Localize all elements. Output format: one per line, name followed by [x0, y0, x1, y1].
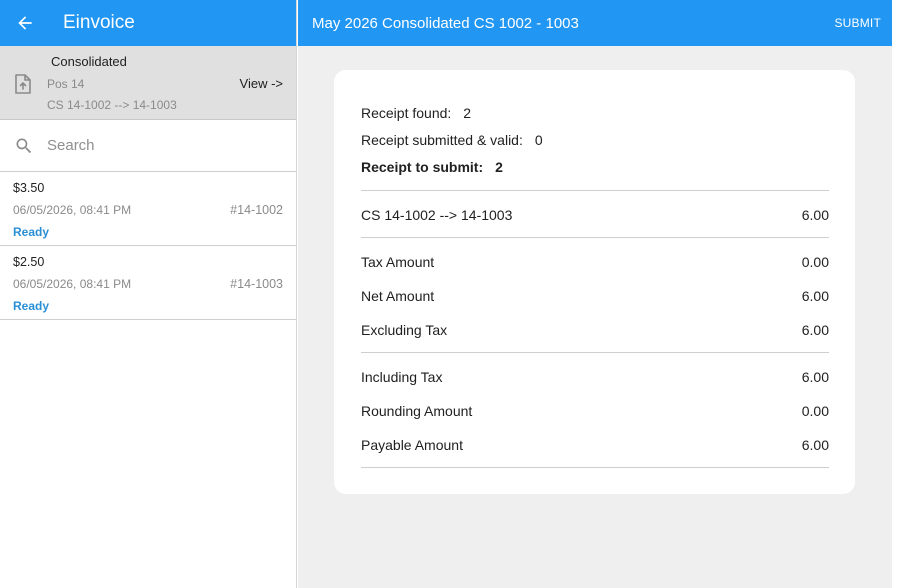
invoice-number: #14-1002: [230, 203, 283, 217]
including-tax-value: 6.00: [801, 369, 829, 385]
invoice-item[interactable]: $3.50 06/05/2026, 08:41 PM #14-1002 Read…: [0, 172, 296, 246]
search-icon: [16, 138, 32, 153]
invoice-datetime: 06/05/2026, 08:41 PM: [13, 277, 132, 291]
app-bar: Einvoice: [0, 0, 296, 46]
amount-row: Tax Amount 0.00: [361, 254, 829, 270]
excluding-tax-value: 6.00: [801, 322, 829, 338]
invoice-status: Ready: [13, 299, 50, 313]
arrow-left-icon: [18, 16, 32, 30]
receipt-to-submit-value: 2: [495, 159, 503, 175]
divider: [361, 237, 829, 238]
tax-amount-value: 0.00: [801, 254, 829, 270]
invoice-amount: $3.50: [13, 181, 45, 195]
detail-panel: May 2026 Consolidated CS 1002 - 1003 SUB…: [298, 0, 892, 588]
receipt-valid-row: Receipt submitted & valid: 0: [361, 132, 543, 148]
receipt-found-value: 2: [463, 105, 472, 121]
receipt-found-row: Receipt found: 2: [361, 105, 471, 121]
receipt-found-label: Receipt found:: [361, 105, 452, 121]
net-amount-value: 6.00: [801, 288, 829, 304]
receipt-to-submit-label: Receipt to submit:: [361, 159, 484, 175]
app-title: Einvoice: [63, 12, 135, 33]
submit-button[interactable]: SUBMIT: [834, 16, 881, 30]
consolidated-item[interactable]: Consolidated Pos 14 CS 14-1002 --> 14-10…: [0, 46, 296, 120]
invoice-number: #14-1003: [230, 277, 283, 291]
receipt-to-submit-row: Receipt to submit: 2: [361, 159, 503, 175]
page-title: May 2026 Consolidated CS 1002 - 1003: [312, 14, 579, 32]
window-edge: [892, 0, 900, 588]
receipt-valid-label: Receipt submitted & valid:: [361, 132, 523, 148]
invoice-item[interactable]: $2.50 06/05/2026, 08:41 PM #14-1003 Read…: [0, 246, 296, 320]
amount-row: Rounding Amount 0.00: [361, 403, 829, 419]
rounding-amount-label: Rounding Amount: [361, 403, 473, 419]
amount-row: Including Tax 6.00: [361, 369, 829, 385]
amount-row: Net Amount 6.00: [361, 288, 829, 304]
amount-row: Excluding Tax 6.00: [361, 322, 829, 338]
rounding-amount-value: 0.00: [801, 403, 829, 419]
consolidated-pos: Pos 14: [47, 77, 85, 91]
upload-file-icon: [15, 74, 31, 94]
invoice-list-panel: Einvoice Consolidated Pos 14 CS 14-1002 …: [0, 0, 297, 588]
payable-amount-label: Payable Amount: [361, 437, 463, 453]
invoice-amount: $2.50: [13, 255, 45, 269]
range-line-value: 6.00: [801, 207, 829, 223]
divider: [361, 352, 829, 353]
net-amount-label: Net Amount: [361, 288, 435, 304]
invoice-status: Ready: [13, 225, 50, 239]
back-button[interactable]: [2, 0, 48, 46]
tax-amount-label: Tax Amount: [361, 254, 435, 270]
excluding-tax-label: Excluding Tax: [361, 322, 448, 338]
range-line: CS 14-1002 --> 14-1003 6.00: [361, 207, 829, 223]
invoice-datetime: 06/05/2026, 08:41 PM: [13, 203, 132, 217]
consolidated-title: Consolidated: [51, 54, 127, 69]
range-line-label: CS 14-1002 --> 14-1003: [361, 207, 513, 223]
consolidated-range: CS 14-1002 --> 14-1003: [47, 98, 177, 112]
search-input[interactable]: [47, 137, 267, 154]
search-bar: [0, 120, 296, 172]
divider: [361, 190, 829, 191]
divider: [361, 467, 829, 468]
including-tax-label: Including Tax: [361, 369, 443, 385]
amount-row: Payable Amount 6.00: [361, 437, 829, 453]
receipt-valid-value: 0: [534, 132, 543, 148]
view-link[interactable]: View ->: [240, 76, 283, 91]
payable-amount-value: 6.00: [801, 437, 829, 453]
detail-app-bar: May 2026 Consolidated CS 1002 - 1003 SUB…: [298, 0, 892, 46]
summary-card: Receipt found: 2 Receipt submitted & vali…: [334, 70, 855, 494]
